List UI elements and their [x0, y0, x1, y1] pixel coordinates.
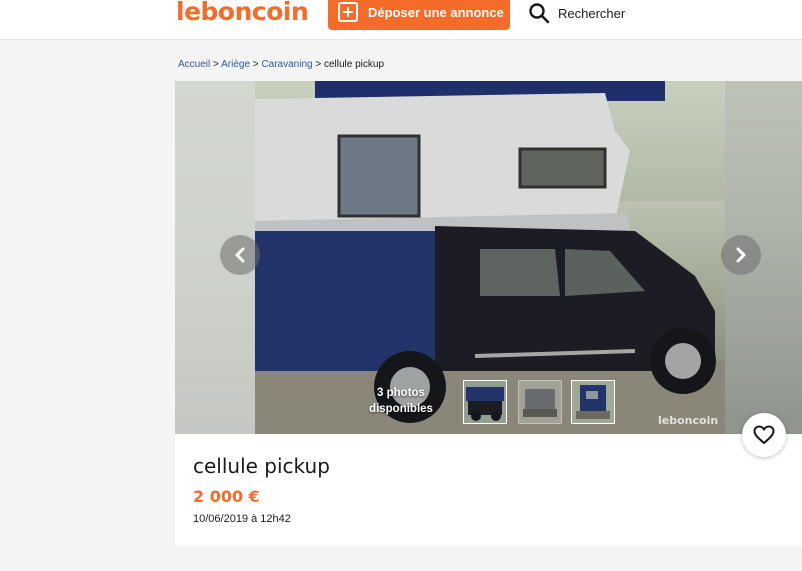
ad-summary-card: cellule pickup 2 000 € 10/06/2019 à 12h4… [175, 434, 802, 546]
watermark-logo: leboncoin [658, 414, 719, 427]
post-ad-button[interactable]: Déposer une annonce [328, 0, 510, 30]
photo-thumbnail-image [519, 381, 561, 423]
breadcrumb: Accueil > Ariège > Caravaning > cellule … [178, 59, 384, 70]
heart-icon [753, 425, 775, 445]
top-bar: leboncoin Déposer une annonce Rechercher [0, 0, 802, 40]
breadcrumb-current: cellule pickup [323, 59, 385, 70]
photo-thumbnail[interactable] [463, 380, 507, 424]
photo-gallery[interactable]: 3 photos disponibles leboncoin [175, 81, 802, 434]
ad-date: 10/06/2019 à 12h42 [193, 513, 291, 525]
breadcrumb-category[interactable]: Caravaning [261, 59, 312, 70]
ad-price: 2 000 € [193, 487, 260, 506]
chevron-left-icon [235, 247, 245, 263]
breadcrumb-home[interactable]: Accueil [178, 59, 210, 70]
ad-title: cellule pickup [193, 454, 330, 478]
next-photo-button[interactable] [721, 235, 761, 275]
breadcrumb-separator: > [213, 59, 222, 70]
breadcrumb-separator: > [315, 59, 324, 70]
photo-thumbnail[interactable] [518, 380, 562, 424]
photo-thumbnail-image [572, 381, 614, 423]
photo-thumbnail[interactable] [571, 380, 615, 424]
photo-thumbnail-image [464, 381, 506, 423]
search-icon [529, 3, 550, 24]
chevron-right-icon [736, 247, 746, 263]
leboncoin-logo[interactable]: leboncoin [176, 0, 309, 26]
search-button[interactable]: Rechercher [528, 2, 625, 24]
previous-photo-button[interactable] [220, 235, 260, 275]
search-label: Rechercher [558, 5, 626, 21]
plus-square-icon [338, 2, 358, 22]
favorite-button[interactable] [742, 413, 786, 457]
photo-count-label: 3 photos disponibles [369, 387, 433, 415]
breadcrumb-region[interactable]: Ariège [221, 59, 250, 70]
post-ad-label: Déposer une annonce [368, 4, 504, 20]
